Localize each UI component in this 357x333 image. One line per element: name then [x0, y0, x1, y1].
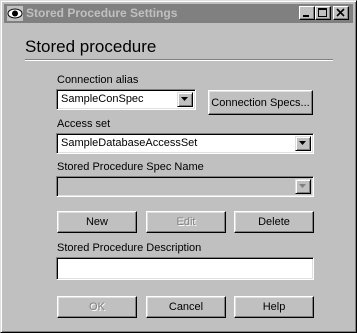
minimize-icon: [303, 15, 309, 17]
spec-name-dropdown-button[interactable]: [295, 179, 311, 194]
access-set-value: SampleDatabaseAccessSet: [61, 137, 198, 149]
description-field[interactable]: [56, 257, 314, 280]
connection-alias-select[interactable]: SampleConSpec: [56, 89, 196, 110]
eye-icon[interactable]: [7, 6, 23, 21]
new-button[interactable]: New: [57, 211, 137, 233]
chevron-down-icon: [181, 97, 188, 101]
access-set-dropdown-button[interactable]: [295, 136, 311, 151]
connection-alias-label: Connection alias: [57, 74, 139, 86]
access-set-label: Access set: [57, 118, 111, 130]
page-title: Stored procedure: [25, 37, 157, 56]
ok-button[interactable]: OK: [57, 296, 137, 318]
maximize-button[interactable]: [315, 6, 331, 20]
heading-divider: [25, 59, 333, 61]
dialog-window: Stored Procedure Settings Stored procedu…: [0, 0, 357, 333]
spec-name-select[interactable]: [56, 176, 314, 197]
access-set-select[interactable]: SampleDatabaseAccessSet: [56, 133, 314, 154]
connection-alias-dropdown-button[interactable]: [177, 92, 193, 107]
title-bar[interactable]: Stored Procedure Settings: [4, 4, 353, 23]
close-button[interactable]: [333, 6, 349, 20]
maximize-icon: [318, 8, 327, 17]
spec-name-label: Stored Procedure Spec Name: [57, 161, 204, 173]
edit-button[interactable]: Edit: [146, 211, 226, 233]
window-title: Stored Procedure Settings: [26, 6, 178, 20]
connection-alias-value: SampleConSpec: [61, 93, 144, 105]
help-button[interactable]: Help: [234, 296, 314, 318]
chevron-down-icon: [299, 141, 306, 145]
description-label: Stored Procedure Description: [57, 242, 202, 254]
chevron-down-icon: [299, 184, 306, 188]
minimize-button[interactable]: [299, 6, 315, 20]
close-icon: [336, 8, 345, 17]
connection-specs-button[interactable]: Connection Specs...: [208, 90, 313, 115]
cancel-button[interactable]: Cancel: [146, 296, 226, 318]
delete-button[interactable]: Delete: [234, 211, 314, 233]
